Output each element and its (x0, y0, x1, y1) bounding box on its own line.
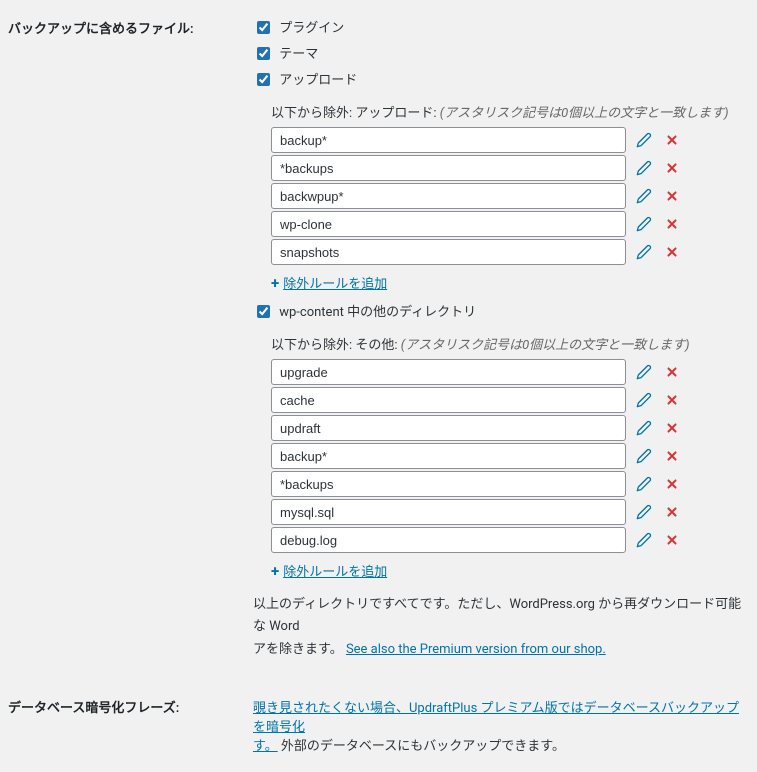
delete-icon[interactable] (662, 418, 682, 438)
descr-suffix: アを除きます。 (253, 642, 343, 657)
plus-icon: + (271, 274, 279, 292)
pencil-icon[interactable] (634, 502, 654, 522)
pencil-icon[interactable] (634, 474, 654, 494)
pencil-icon[interactable] (634, 130, 654, 150)
add-rule-label: 除外ルールを追加 (283, 561, 387, 580)
pencil-icon[interactable] (634, 186, 654, 206)
exclusion-rule-row (271, 239, 747, 265)
checkbox-themes-wrap[interactable]: テーマ (253, 44, 747, 66)
delete-icon[interactable] (662, 446, 682, 466)
checkbox-themes[interactable] (257, 47, 270, 60)
exclusion-rule-input[interactable] (271, 527, 626, 553)
pencil-icon[interactable] (634, 446, 654, 466)
exclusion-rule-row (271, 527, 747, 553)
exclusion-rule-input[interactable] (271, 443, 626, 469)
delete-icon[interactable] (662, 242, 682, 262)
exclusion-rule-input[interactable] (271, 415, 626, 441)
delete-icon[interactable] (662, 474, 682, 494)
premium-shop-link[interactable]: See also the Premium version from our sh… (346, 642, 606, 657)
checkbox-uploads[interactable] (257, 73, 270, 86)
delete-icon[interactable] (662, 158, 682, 178)
pencil-icon[interactable] (634, 390, 654, 410)
checkbox-plugins-label: プラグイン (279, 21, 344, 36)
encrypt-rest-text: 外部のデータベースにもバックアップできます。 (278, 739, 565, 754)
delete-icon[interactable] (662, 390, 682, 410)
exclude-title-uploads-text: 以下から除外: アップロード: (271, 106, 440, 121)
add-exclusion-rule-other[interactable]: + 除外ルールを追加 (271, 561, 387, 580)
add-exclusion-rule-uploads[interactable]: + 除外ルールを追加 (271, 273, 387, 292)
premium-encrypt-link[interactable]: 覗き見されたくない場合、UpdraftPlus プレミアム版ではデータベースバッ… (253, 701, 739, 735)
directories-description: 以上のディレクトリですべてです。ただし、WordPress.org から再ダウン… (253, 594, 747, 660)
checkbox-themes-label: テーマ (279, 47, 318, 62)
exclusion-rule-row (271, 415, 747, 441)
exclude-hint: (アスタリスク記号は0個以上の文字と一致します) (401, 338, 690, 353)
checkbox-plugins-wrap[interactable]: プラグイン (253, 18, 747, 40)
exclude-hint: (アスタリスク記号は0個以上の文字と一致します) (440, 106, 729, 121)
exclusion-rule-row (271, 387, 747, 413)
checkbox-uploads-label: アップロード (279, 73, 357, 88)
pencil-icon[interactable] (634, 530, 654, 550)
field-label-files: バックアップに含めるファイル: (0, 0, 253, 679)
exclusion-rule-row (271, 443, 747, 469)
exclusion-rule-row (271, 155, 747, 181)
checkbox-wpcontent[interactable] (257, 305, 270, 318)
exclusion-rule-input[interactable] (271, 359, 626, 385)
delete-icon[interactable] (662, 186, 682, 206)
plus-icon: + (271, 562, 279, 580)
exclusion-rule-input[interactable] (271, 183, 626, 209)
exclude-title-uploads: 以下から除外: アップロード: (アスタリスク記号は0個以上の文字と一致します) (271, 102, 747, 121)
exclusion-rule-input[interactable] (271, 127, 626, 153)
exclusion-rule-input[interactable] (271, 239, 626, 265)
exclusion-rule-input[interactable] (271, 211, 626, 237)
premium-encrypt-link-2[interactable]: す。 (253, 739, 278, 754)
pencil-icon[interactable] (634, 418, 654, 438)
pencil-icon[interactable] (634, 362, 654, 382)
field-label-db-encrypt: データベース暗号化フレーズ: (0, 679, 253, 772)
exclusion-rule-input[interactable] (271, 471, 626, 497)
exclusion-rule-row (271, 499, 747, 525)
delete-icon[interactable] (662, 530, 682, 550)
exclusion-rule-input[interactable] (271, 387, 626, 413)
checkbox-wpcontent-wrap[interactable]: wp-content 中の他のディレクトリ (253, 302, 747, 324)
delete-icon[interactable] (662, 130, 682, 150)
checkbox-plugins[interactable] (257, 21, 270, 34)
checkbox-wpcontent-label: wp-content 中の他のディレクトリ (279, 305, 476, 320)
delete-icon[interactable] (662, 502, 682, 522)
exclude-title-other: 以下から除外: その他: (アスタリスク記号は0個以上の文字と一致します) (271, 334, 747, 353)
exclusion-rule-row (271, 359, 747, 385)
exclusion-rule-input[interactable] (271, 499, 626, 525)
exclude-title-other-text: 以下から除外: その他: (271, 338, 401, 353)
exclude-block-other: 以下から除外: その他: (アスタリスク記号は0個以上の文字と一致します) + … (271, 334, 747, 580)
exclude-block-uploads: 以下から除外: アップロード: (アスタリスク記号は0個以上の文字と一致します)… (271, 102, 747, 292)
checkbox-uploads-wrap[interactable]: アップロード (253, 70, 747, 92)
exclusion-rule-row (271, 127, 747, 153)
exclusion-rule-input[interactable] (271, 155, 626, 181)
descr-prefix: 以上のディレクトリですべてです。ただし、WordPress.org から再ダウン… (253, 597, 741, 634)
pencil-icon[interactable] (634, 242, 654, 262)
add-rule-label: 除外ルールを追加 (283, 273, 387, 292)
delete-icon[interactable] (662, 214, 682, 234)
exclusion-rule-row (271, 471, 747, 497)
exclusion-rule-row (271, 211, 747, 237)
delete-icon[interactable] (662, 362, 682, 382)
pencil-icon[interactable] (634, 214, 654, 234)
exclusion-rule-row (271, 183, 747, 209)
pencil-icon[interactable] (634, 158, 654, 178)
